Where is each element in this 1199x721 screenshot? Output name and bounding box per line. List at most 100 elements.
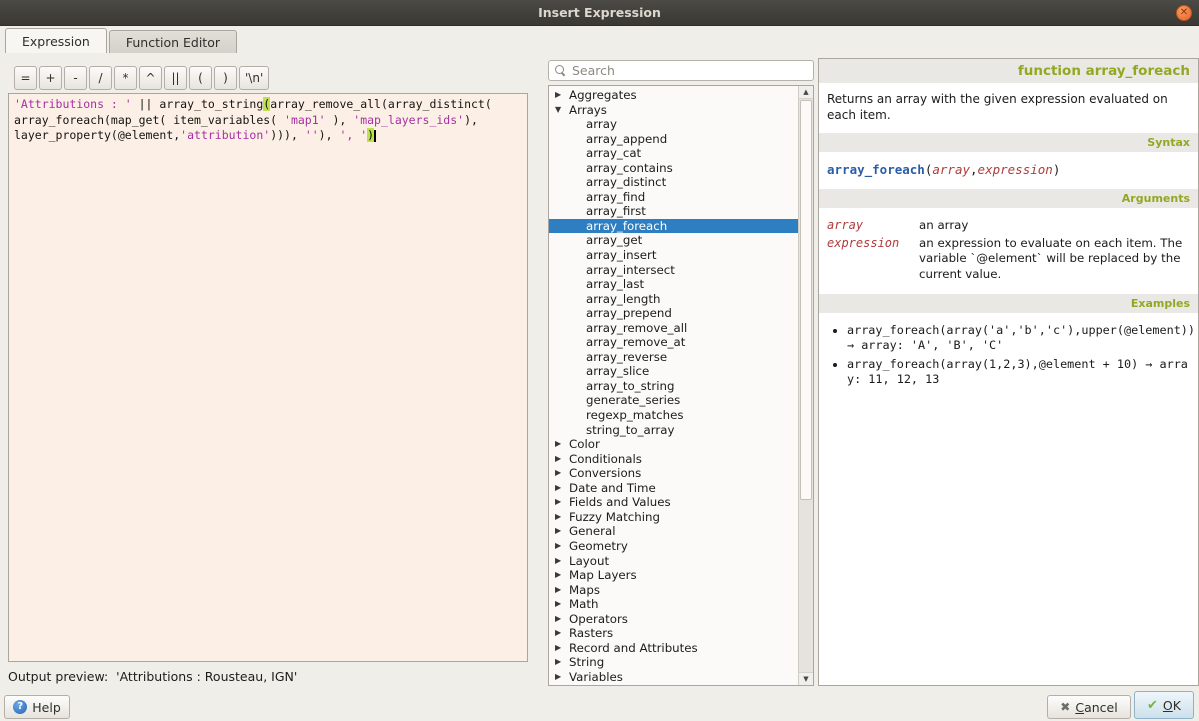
function-category[interactable]: ▶Map Layers — [549, 568, 798, 583]
operator-button[interactable]: || — [164, 66, 187, 90]
argument-name: array — [827, 218, 919, 234]
function-item[interactable]: array_distinct — [549, 175, 798, 190]
search-input[interactable]: Search — [548, 60, 814, 81]
argument-description: an expression to evaluate on each item. … — [919, 236, 1190, 282]
function-category[interactable]: ▶Conversions — [549, 466, 798, 481]
function-item[interactable]: array_last — [549, 277, 798, 292]
arguments-heading: Arguments — [819, 189, 1198, 208]
function-label: array_last — [586, 277, 644, 292]
expand-arrow-icon[interactable]: ▶ — [555, 481, 567, 496]
operator-button[interactable]: / — [89, 66, 112, 90]
expand-arrow-icon[interactable]: ▶ — [555, 670, 567, 685]
function-item[interactable]: generate_series — [549, 393, 798, 408]
function-category[interactable]: ▶General — [549, 524, 798, 539]
function-item[interactable]: array_find — [549, 190, 798, 205]
expand-arrow-icon[interactable]: ▶ — [555, 495, 567, 510]
expand-arrow-icon[interactable]: ▶ — [555, 510, 567, 525]
function-category[interactable]: ▶Variables — [549, 670, 798, 685]
expression-segment: ), — [326, 113, 354, 127]
function-item[interactable]: array_to_string — [549, 379, 798, 394]
function-item[interactable]: array_get — [549, 233, 798, 248]
window-title: Insert Expression — [538, 5, 661, 20]
function-category[interactable]: ▶Conditionals — [549, 452, 798, 467]
function-item[interactable]: regexp_matches — [549, 408, 798, 423]
expand-arrow-icon[interactable]: ▶ — [555, 626, 567, 641]
expand-arrow-icon[interactable]: ▶ — [555, 655, 567, 670]
function-item[interactable]: array_insert — [549, 248, 798, 263]
function-item[interactable]: array_intersect — [549, 263, 798, 278]
function-category[interactable]: ▶Rasters — [549, 626, 798, 641]
expand-arrow-icon[interactable]: ▶ — [555, 641, 567, 656]
expand-arrow-icon[interactable]: ▶ — [555, 88, 567, 103]
function-item[interactable]: array_foreach — [549, 219, 798, 234]
expand-arrow-icon[interactable]: ▶ — [555, 452, 567, 467]
expand-arrow-icon[interactable]: ▶ — [555, 583, 567, 598]
function-item[interactable]: array_remove_at — [549, 335, 798, 350]
expand-arrow-icon[interactable]: ▶ — [555, 539, 567, 554]
expand-arrow-icon[interactable]: ▶ — [555, 437, 567, 452]
expression-segment: '' — [305, 128, 319, 142]
ok-button[interactable]: ✔ OK — [1134, 691, 1194, 719]
expression-segment: ))), — [270, 128, 305, 142]
cancel-button[interactable]: ✖ Cancel — [1047, 695, 1131, 719]
operator-button[interactable]: ) — [214, 66, 237, 90]
scrollbar-thumb[interactable] — [800, 100, 812, 500]
tab-expression[interactable]: Expression — [5, 28, 107, 53]
close-icon[interactable]: ✕ — [1176, 5, 1192, 21]
expand-arrow-icon[interactable]: ▶ — [555, 568, 567, 583]
function-label: Conversions — [569, 466, 641, 481]
function-category[interactable]: ▶Color — [549, 437, 798, 452]
expand-arrow-icon[interactable]: ▶ — [555, 466, 567, 481]
function-category[interactable]: ▶String — [549, 655, 798, 670]
operator-button[interactable]: ( — [189, 66, 212, 90]
operator-button[interactable]: = — [14, 66, 37, 90]
function-category[interactable]: ▼Recent (generic) — [549, 684, 798, 686]
tab-function-editor[interactable]: Function Editor — [109, 30, 237, 53]
function-item[interactable]: array_contains — [549, 161, 798, 176]
function-item[interactable]: array_slice — [549, 364, 798, 379]
scroll-up-icon[interactable]: ▲ — [799, 86, 813, 99]
scroll-down-icon[interactable]: ▼ — [799, 672, 813, 685]
function-label: Fields and Values — [569, 495, 671, 510]
collapse-arrow-icon[interactable]: ▼ — [555, 684, 567, 686]
operator-button[interactable]: ^ — [139, 66, 162, 90]
operator-button[interactable]: + — [39, 66, 62, 90]
function-category[interactable]: ▶Layout — [549, 554, 798, 569]
expression-line: 'Attributions : ' || array_to_string(arr… — [14, 97, 522, 113]
function-category[interactable]: ▶Math — [549, 597, 798, 612]
operator-button[interactable]: * — [114, 66, 137, 90]
expand-arrow-icon[interactable]: ▶ — [555, 554, 567, 569]
function-item[interactable]: array_cat — [549, 146, 798, 161]
operator-button[interactable]: '\n' — [239, 66, 269, 90]
function-list[interactable]: ▲ ▼ ▶Aggregates▼Arraysarrayarray_appenda… — [548, 85, 814, 686]
function-category[interactable]: ▶Fields and Values — [549, 495, 798, 510]
function-category[interactable]: ▶Record and Attributes — [549, 641, 798, 656]
function-item[interactable]: array_reverse — [549, 350, 798, 365]
function-category[interactable]: ▶Maps — [549, 583, 798, 598]
expand-arrow-icon[interactable]: ▶ — [555, 612, 567, 627]
expression-editor[interactable]: 'Attributions : ' || array_to_string(arr… — [8, 93, 528, 662]
function-category[interactable]: ▶Fuzzy Matching — [549, 510, 798, 525]
expand-arrow-icon[interactable]: ▶ — [555, 524, 567, 539]
function-category[interactable]: ▶Date and Time — [549, 481, 798, 496]
function-list-scrollbar[interactable]: ▲ ▼ — [798, 86, 813, 685]
function-item[interactable]: array — [549, 117, 798, 132]
function-item[interactable]: array_first — [549, 204, 798, 219]
collapse-arrow-icon[interactable]: ▼ — [555, 103, 567, 118]
function-label: regexp_matches — [586, 408, 683, 423]
function-category[interactable]: ▶Geometry — [549, 539, 798, 554]
function-item[interactable]: array_remove_all — [549, 321, 798, 336]
function-item[interactable]: array_prepend — [549, 306, 798, 321]
title-bar: Insert Expression ✕ — [0, 0, 1199, 26]
function-category[interactable]: ▶Operators — [549, 612, 798, 627]
function-item[interactable]: array_length — [549, 292, 798, 307]
function-item[interactable]: array_append — [549, 132, 798, 147]
function-item[interactable]: string_to_array — [549, 423, 798, 438]
function-category[interactable]: ▼Arrays — [549, 103, 798, 118]
function-category[interactable]: ▶Aggregates — [549, 88, 798, 103]
syntax-line: array_foreach(array,expression) — [819, 152, 1198, 189]
expand-arrow-icon[interactable]: ▶ — [555, 597, 567, 612]
help-button[interactable]: ? Help — [4, 695, 70, 719]
operator-button[interactable]: - — [64, 66, 87, 90]
function-label: array_reverse — [586, 350, 667, 365]
